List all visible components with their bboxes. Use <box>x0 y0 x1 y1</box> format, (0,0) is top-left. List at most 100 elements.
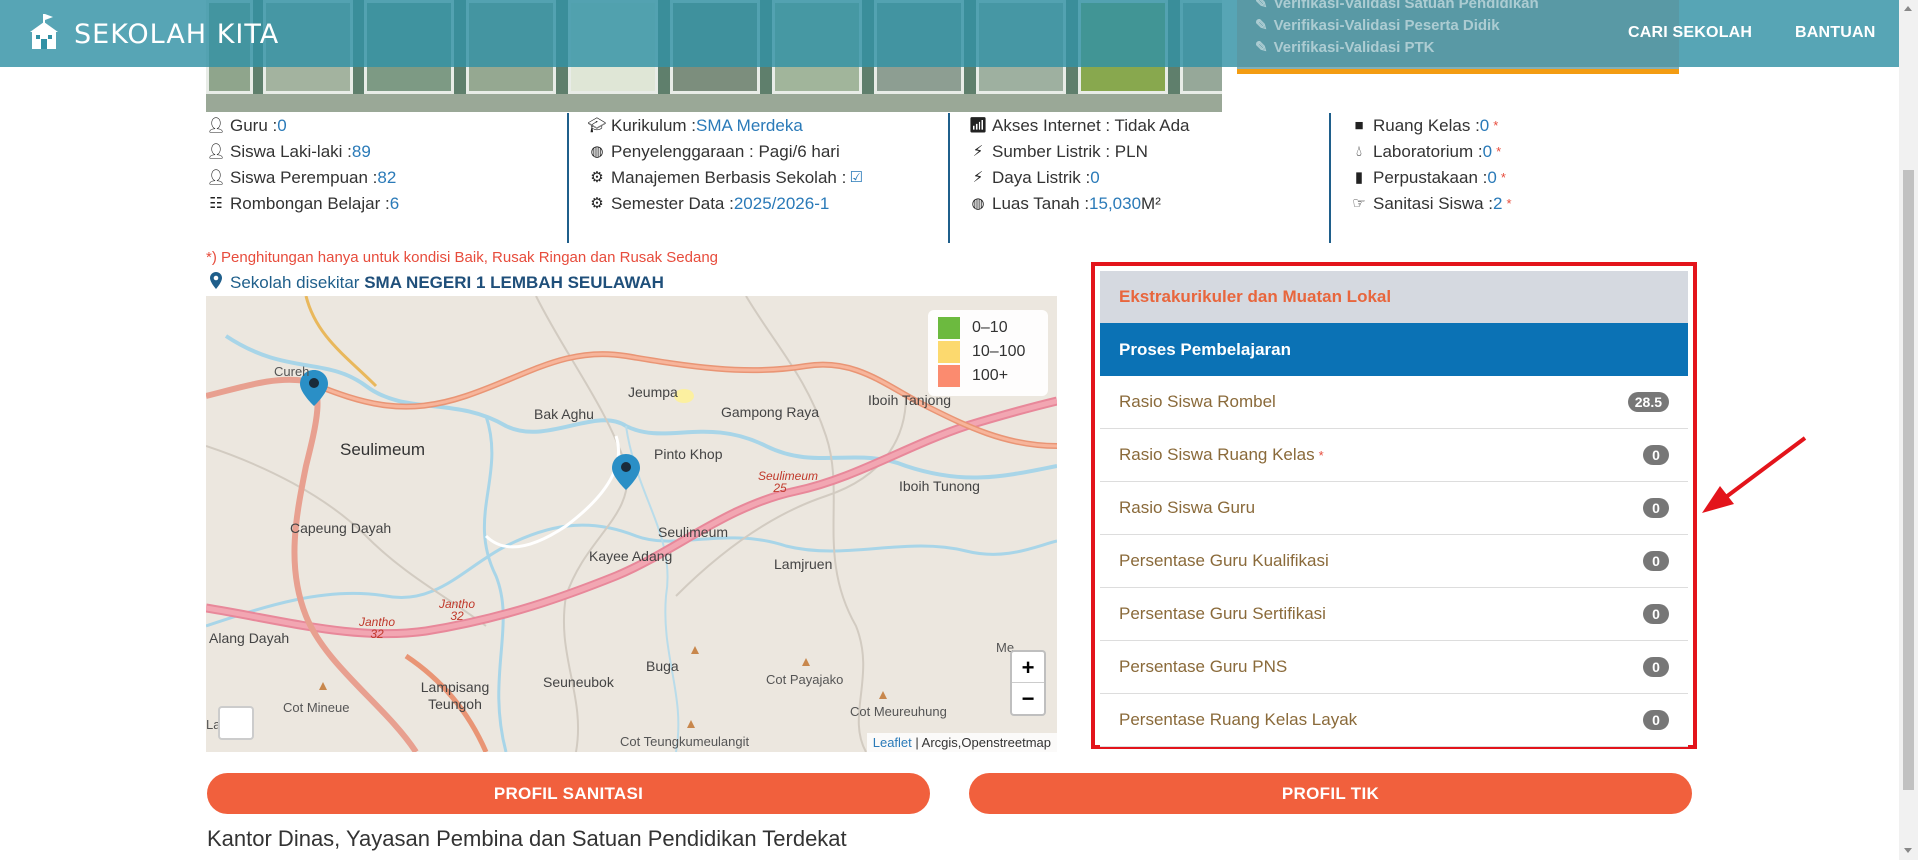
stat-penyelenggaraan: ◍ Penyelenggaraan : Pagi/6 hari <box>587 139 947 165</box>
nearby-schools-heading: Sekolah disekitar SMA NEGERI 1 LEMBAH SE… <box>210 272 664 294</box>
edit-icon: ✎ <box>1255 0 1268 12</box>
value-badge: 0 <box>1643 657 1669 677</box>
value-badge: 28.5 <box>1627 392 1669 412</box>
signal-icon: 📶︎ <box>968 117 988 134</box>
scroll-up-arrow[interactable] <box>1904 6 1912 11</box>
map-place-label: Cot Meureuhung <box>850 704 947 719</box>
stats-column-rooms: ■ Ruang Kelas : 0 * 💧︎ Laboratorium : 0 * ▮ P… <box>1329 113 1669 243</box>
stat-rombel: ☷ Rombongan Belajar : 6 <box>206 191 566 217</box>
map-place-label: Bak Aghu <box>534 406 594 422</box>
map-place-label: Lampisang Teungoh <box>420 679 490 712</box>
legend-swatch <box>938 317 960 339</box>
list-icon: ☷ <box>209 195 223 212</box>
map-place-label: Seuneubok <box>543 674 614 690</box>
brand-title: SEKOLAH KITA <box>74 19 280 50</box>
bolt-icon: ⚡︎ <box>972 169 984 186</box>
scrollbar-thumb[interactable] <box>1903 170 1914 790</box>
map-place-label: Lamjruen <box>774 556 833 572</box>
zoom-in-button[interactable]: + <box>1012 652 1044 683</box>
list-item-persentase-guru-kualifikasi[interactable]: Persentase Guru Kualifikasi 0 <box>1100 535 1688 588</box>
map-layers-button[interactable] <box>218 706 254 740</box>
gear-icon: ⚙ <box>590 169 604 186</box>
list-item-persentase-ruang-kelas-layak[interactable]: Persentase Ruang Kelas Layak 0 <box>1100 694 1688 747</box>
map-place-label: Seulimeum <box>340 440 426 459</box>
list-item-rasio-siswa-ruang-kelas[interactable]: Rasio Siswa Ruang Kelas * 0 <box>1100 429 1688 482</box>
list-item-rasio-siswa-rombel[interactable]: Rasio Siswa Rombel 28.5 <box>1100 376 1688 429</box>
scroll-down-arrow[interactable] <box>1904 848 1912 853</box>
highlighted-panel: Ekstrakurikuler dan Muatan Lokal Proses … <box>1091 262 1697 749</box>
stat-ruang-kelas: ■ Ruang Kelas : 0 * <box>1349 113 1669 139</box>
learning-process-list: Ekstrakurikuler dan Muatan Lokal Proses … <box>1100 271 1688 747</box>
list-item-persentase-guru-sertifikasi[interactable]: Persentase Guru Sertifikasi 0 <box>1100 588 1688 641</box>
stat-siswa-perempuan: 👤︎ Siswa Perempuan : 82 <box>206 165 566 191</box>
nearby-schools-map[interactable]: Cureh Seulimeum Bak Aghu Jeumpa Gampong … <box>206 296 1057 752</box>
nav-bantuan[interactable]: BANTUAN <box>1795 24 1876 42</box>
zoom-out-button[interactable]: − <box>1012 683 1044 714</box>
list-item-persentase-guru-pns[interactable]: Persentase Guru PNS 0 <box>1100 641 1688 694</box>
map-marker-school[interactable] <box>612 454 640 490</box>
profil-sanitasi-button[interactable]: PROFIL SANITASI <box>207 773 930 814</box>
legend-item: 0–10 <box>938 316 1038 340</box>
map-legend: 0–10 10–100 100+ <box>928 310 1048 396</box>
map-place-label: Cot Payajako <box>766 672 844 687</box>
value-badge: 0 <box>1643 604 1669 624</box>
list-item-rasio-siswa-guru[interactable]: Rasio Siswa Guru 0 <box>1100 482 1688 535</box>
stat-daya-listrik: ⚡︎ Daya Listrik : 0 <box>968 165 1328 191</box>
photo-strip-base <box>206 94 1222 112</box>
stat-mbs: ⚙ Manajemen Berbasis Sekolah : ☑ <box>587 165 947 191</box>
map-road-label: Jantho 32 <box>358 615 396 641</box>
stat-sanitasi: ☞ Sanitasi Siswa : 2 * <box>1349 191 1669 217</box>
value-badge: 0 <box>1643 551 1669 571</box>
map-marker-icon <box>210 272 222 294</box>
map-place-label: Pinto Khop <box>654 446 723 462</box>
tab-proses-pembelajaran[interactable]: Proses Pembelajaran <box>1100 323 1688 376</box>
stat-perpustakaan: ▮ Perpustakaan : 0 * <box>1349 165 1669 191</box>
stat-sumber-listrik: ⚡︎ Sumber Listrik : PLN <box>968 139 1328 165</box>
verification-item[interactable]: ✎ Verifikasi-Validasi PTK <box>1255 37 1661 59</box>
gear-icon: ⚙ <box>590 195 604 212</box>
stats-column-facilities: 📶︎ Akses Internet : Tidak Ada ⚡︎ Sumber Li… <box>948 113 1328 243</box>
map-road-label: Jantho 32 <box>438 597 476 623</box>
profil-tik-button[interactable]: PROFIL TIK <box>969 773 1692 814</box>
edit-icon: ✎ <box>1255 39 1268 56</box>
stats-column-students: 👤︎ Guru : 0 👤︎ Siswa Laki-laki : 89 👤︎ Sisw… <box>206 113 566 243</box>
stat-internet: 📶︎ Akses Internet : Tidak Ada <box>968 113 1328 139</box>
legend-swatch <box>938 341 960 363</box>
map-place-label: Seulimeum <box>658 524 729 540</box>
nav-cari-sekolah[interactable]: CARI SEKOLAH <box>1628 24 1752 42</box>
map-attribution: Leaflet | Arcgis,Openstreetmap <box>866 733 1057 752</box>
map-place-label: Capeung Dayah <box>290 520 392 536</box>
tab-ekstrakurikuler[interactable]: Ekstrakurikuler dan Muatan Lokal <box>1100 271 1688 323</box>
value-badge: 0 <box>1643 710 1669 730</box>
map-place-label: Jeumpa <box>628 384 678 400</box>
value-badge: 0 <box>1643 498 1669 518</box>
bolt-icon: ⚡︎ <box>972 143 984 160</box>
school-building-icon <box>26 12 62 57</box>
square-icon: ■ <box>1354 117 1364 134</box>
section-title-nearest-offices: Kantor Dinas, Yayasan Pembina dan Satuan… <box>207 826 847 851</box>
leaflet-link[interactable]: Leaflet <box>873 735 912 750</box>
map-place-label: Buga <box>646 658 679 674</box>
verification-dropdown: ✎ Verifikasi-Validasi Satuan Pendidikan ✎… <box>1237 0 1679 74</box>
school-stats: 👤︎ Guru : 0 👤︎ Siswa Laki-laki : 89 👤︎ Sisw… <box>206 113 1686 243</box>
map-zoom-control: + − <box>1010 650 1046 716</box>
stat-siswa-laki: 👤︎ Siswa Laki-laki : 89 <box>206 139 566 165</box>
brand[interactable]: SEKOLAH KITA <box>26 12 279 57</box>
map-place-label: Iboih Tunong <box>899 478 980 494</box>
stats-column-curriculum: 🎓︎ Kurikulum : SMA Merdeka ◍ Penyelenggara… <box>567 113 947 243</box>
checkbox-checked-icon: ☑ <box>849 169 864 186</box>
map-place-label: Cureh <box>274 364 310 379</box>
stat-guru: 👤︎ Guru : 0 <box>206 113 566 139</box>
graduation-cap-icon: 🎓︎ <box>587 117 607 134</box>
map-place-label: Kayee Adang <box>589 548 673 564</box>
stat-semester: ⚙ Semester Data : 2025/2026-1 <box>587 191 947 217</box>
stat-kurikulum: 🎓︎ Kurikulum : SMA Merdeka <box>587 113 947 139</box>
verification-item[interactable]: ✎ Verifikasi-Validasi Peserta Didik <box>1255 15 1661 37</box>
stat-luas-tanah: ◍ Luas Tanah : 15,030 M² <box>968 191 1328 217</box>
map-place-label: Alang Dayah <box>209 630 290 646</box>
map-road-label: Seulimeum 25 <box>758 469 819 495</box>
globe-icon: ◍ <box>971 195 985 212</box>
verification-item[interactable]: ✎ Verifikasi-Validasi Satuan Pendidikan <box>1255 0 1661 15</box>
page-scrollbar[interactable] <box>1899 0 1918 860</box>
legend-item: 100+ <box>938 364 1038 388</box>
